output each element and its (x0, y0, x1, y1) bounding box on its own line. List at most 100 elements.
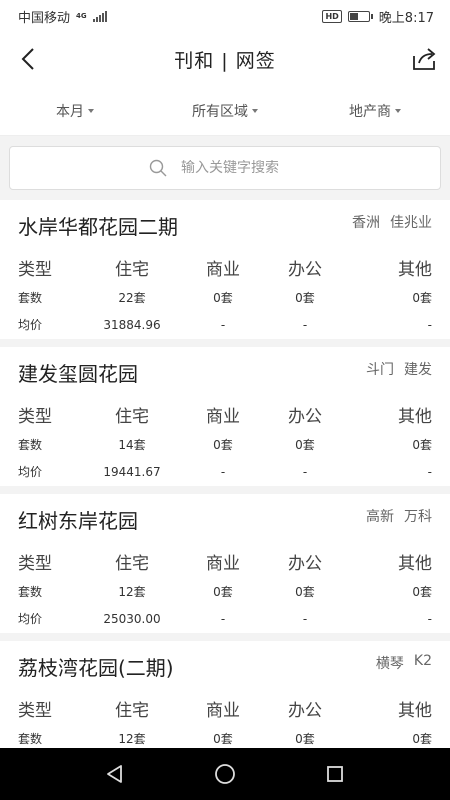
back-button[interactable] (14, 44, 42, 74)
filter-region-label: 所有区域 (192, 103, 248, 120)
col-type: 类型 (18, 700, 52, 721)
project-developer: 万科 (404, 509, 432, 525)
count-other: 0套 (412, 732, 432, 746)
caret-down-icon (395, 109, 401, 113)
count-commercial: 0套 (213, 438, 233, 452)
count-row: 套数 14套 0套 0套 0套 (18, 431, 432, 458)
avg-label: 均价 (18, 318, 43, 332)
avg-price-row: 均价 19441.67 - - - (18, 458, 432, 485)
project-district: 香洲 (352, 215, 380, 231)
count-other: 0套 (412, 438, 432, 452)
search-box[interactable] (9, 146, 441, 190)
count-commercial: 0套 (213, 732, 233, 746)
project-tags: 横琴 K2 (376, 653, 432, 673)
project-district: 横琴 (375, 656, 404, 672)
search-input[interactable] (181, 160, 301, 176)
count-row: 套数 22套 0套 0套 0套 (18, 284, 432, 311)
circle-home-icon (215, 764, 235, 784)
project-card[interactable]: 红树东岸花园 高新 万科 类型 住宅 商业 办公 其他 套数 12套 0套 0套… (0, 494, 450, 641)
count-office: 0套 (295, 291, 315, 305)
col-office: 办公 (288, 700, 322, 721)
system-nav-bar (0, 748, 450, 800)
project-card[interactable]: 水岸华都花园二期 香洲 佳兆业 类型 住宅 商业 办公 其他 套数 22套 0套… (0, 200, 450, 347)
project-tags: 高新 万科 (366, 506, 432, 526)
col-other: 其他 (398, 700, 432, 721)
avg-residential: 25030.00 (103, 611, 161, 626)
count-label: 套数 (18, 732, 43, 746)
carrier-name: 中国移动 (18, 10, 71, 26)
share-icon (413, 48, 436, 70)
project-card[interactable]: 建发玺圆花园 斗门 建发 类型 住宅 商业 办公 其他 套数 14套 0套 0套… (0, 347, 450, 494)
search-icon (149, 159, 167, 177)
count-other: 0套 (412, 291, 432, 305)
filter-developer-label: 地产商 (349, 103, 391, 120)
count-other: 0套 (412, 585, 432, 599)
status-bar: 中国移动 4G HD 晚上8:17 (0, 0, 450, 32)
avg-commercial: - (220, 611, 226, 626)
system-home-button[interactable] (205, 754, 245, 794)
chevron-left-icon (21, 48, 34, 70)
filter-developer[interactable]: 地产商 (300, 101, 450, 121)
count-label: 套数 (18, 585, 43, 599)
count-residential: 22套 (118, 291, 146, 305)
column-header-row: 类型 住宅 商业 办公 其他 (18, 544, 432, 578)
project-list: 水岸华都花园二期 香洲 佳兆业 类型 住宅 商业 办公 其他 套数 22套 0套… (0, 200, 450, 748)
project-developer: 佳兆业 (390, 215, 432, 231)
count-row: 套数 12套 0套 0套 0套 (18, 578, 432, 605)
project-district: 斗门 (366, 362, 394, 378)
count-residential: 12套 (118, 585, 146, 599)
avg-price-row: 均价 25030.00 - - - (18, 605, 432, 632)
page-title: 刊和 | 网签 (174, 49, 276, 72)
project-developer: 建发 (404, 362, 432, 378)
project-name: 荔枝湾花园(二期) (18, 655, 174, 680)
column-header-row: 类型 住宅 商业 办公 其他 (18, 397, 432, 431)
filter-bar: 本月 所有区域 地产商 (0, 86, 450, 136)
avg-residential: 19441.67 (103, 464, 161, 479)
triangle-back-icon (107, 765, 122, 783)
card-header: 红树东岸花园 高新 万科 (18, 494, 432, 544)
filter-region[interactable]: 所有区域 (150, 101, 300, 121)
project-developer: K2 (413, 653, 432, 669)
avg-other: - (427, 611, 432, 626)
system-back-button[interactable] (95, 754, 135, 794)
battery-icon (347, 10, 373, 22)
project-name: 建发玺圆花园 (18, 361, 138, 386)
count-row: 套数 12套 0套 0套 0套 (18, 725, 432, 748)
avg-commercial: - (220, 464, 226, 479)
system-recents-button[interactable] (315, 754, 355, 794)
status-left: 中国移动 4G (18, 7, 107, 26)
search-area (0, 136, 450, 200)
col-type: 类型 (18, 259, 52, 280)
project-card[interactable]: 荔枝湾花园(二期) 横琴 K2 类型 住宅 商业 办公 其他 套数 12套 0套… (0, 641, 450, 748)
col-residential: 住宅 (115, 700, 149, 721)
card-header: 荔枝湾花园(二期) 横琴 K2 (18, 641, 432, 691)
filter-month[interactable]: 本月 (0, 101, 150, 121)
signal-icon (92, 10, 107, 22)
col-residential: 住宅 (115, 259, 149, 280)
avg-residential: 31884.96 (103, 317, 161, 332)
column-header-row: 类型 住宅 商业 办公 其他 (18, 250, 432, 284)
avg-office: - (302, 464, 308, 479)
col-commercial: 商业 (206, 406, 240, 427)
col-commercial: 商业 (206, 259, 240, 280)
nav-bar: 刊和 | 网签 (0, 32, 450, 86)
share-button[interactable] (410, 44, 440, 74)
count-residential: 14套 (118, 438, 146, 452)
card-header: 水岸华都花园二期 香洲 佳兆业 (18, 200, 432, 250)
project-tags: 斗门 建发 (366, 359, 432, 379)
project-name: 红树东岸花园 (18, 508, 138, 533)
count-office: 0套 (295, 585, 315, 599)
filter-month-label: 本月 (56, 103, 84, 120)
col-other: 其他 (398, 259, 432, 280)
avg-office: - (302, 611, 308, 626)
col-office: 办公 (288, 553, 322, 574)
card-header: 建发玺圆花园 斗门 建发 (18, 347, 432, 397)
caret-down-icon (252, 109, 258, 113)
count-label: 套数 (18, 438, 43, 452)
hd-badge: HD (322, 9, 342, 23)
col-other: 其他 (398, 406, 432, 427)
project-name: 水岸华都花园二期 (18, 214, 178, 239)
column-header-row: 类型 住宅 商业 办公 其他 (18, 691, 432, 725)
count-commercial: 0套 (213, 291, 233, 305)
avg-commercial: - (220, 317, 226, 332)
